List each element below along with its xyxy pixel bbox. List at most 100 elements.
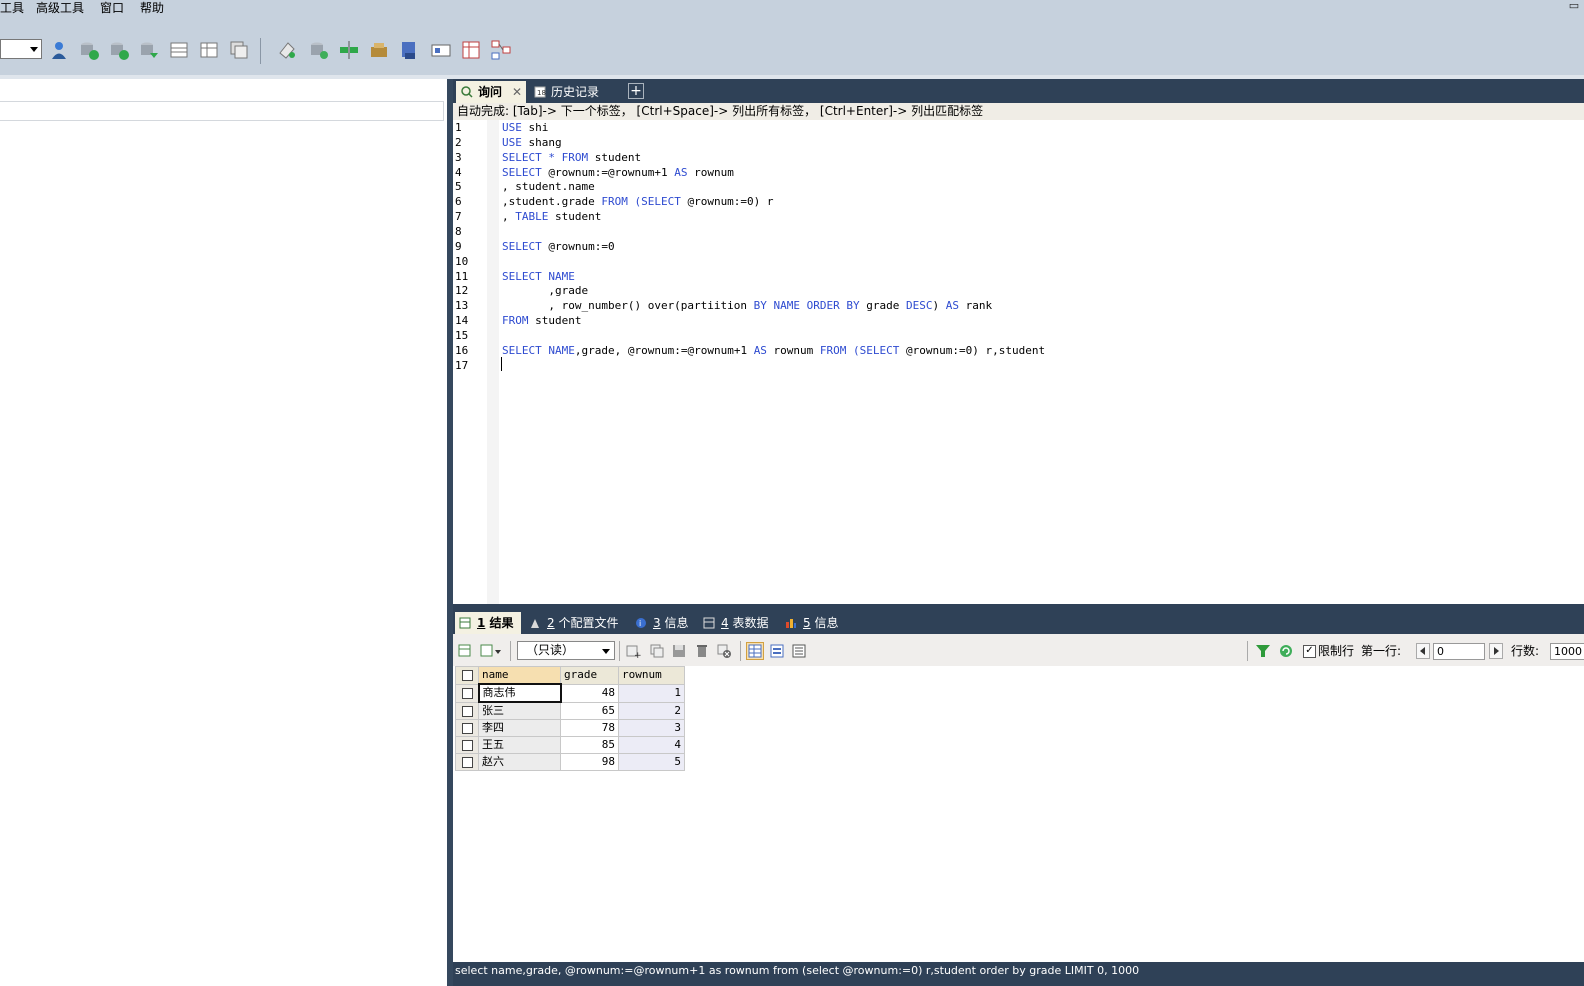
save-icon[interactable] (671, 643, 687, 659)
select-all-checkbox[interactable] (455, 666, 479, 685)
menu-advanced-tools[interactable]: 高级工具 (36, 1, 84, 16)
table-row[interactable]: 赵六 98 5 (455, 753, 685, 771)
cell-name[interactable]: 商志伟 (477, 683, 562, 703)
cell-rownum[interactable]: 2 (618, 701, 685, 720)
rows-count-input[interactable]: 1000 (1550, 643, 1584, 660)
database-selector[interactable] (0, 39, 42, 59)
delete-row-icon[interactable] (694, 643, 710, 659)
menu-bar: 工具 高级工具 窗口 帮助 ▭ (0, 0, 1584, 17)
line-number: 11 (455, 269, 469, 283)
cell-rownum[interactable]: 5 (618, 753, 685, 771)
table-row[interactable]: 王五 85 4 (455, 736, 685, 754)
cell-rownum[interactable]: 3 (618, 719, 685, 737)
readonly-select[interactable]: （只读） (517, 641, 615, 660)
tab-profiler[interactable]: 2 个配置文件 (525, 612, 625, 634)
export-database-icon[interactable] (108, 39, 130, 61)
sql-keyword: USE (502, 135, 522, 149)
tab-history[interactable]: 18 历史记录 (529, 81, 625, 103)
cell-rownum[interactable]: 4 (618, 736, 685, 754)
tab-messages[interactable]: i 3 信息 (631, 612, 693, 634)
next-page-button[interactable] (1489, 643, 1503, 659)
duplicate-row-icon[interactable] (649, 643, 665, 659)
sync-database-icon[interactable] (308, 39, 330, 61)
menu-window[interactable]: 窗口 (100, 1, 124, 16)
cell-name[interactable]: 张三 (478, 701, 561, 720)
row-checkbox[interactable] (455, 753, 479, 771)
limit-rows-checkbox[interactable]: ✓ (1303, 645, 1316, 658)
schema-icon[interactable] (228, 39, 250, 61)
restore-window-icon[interactable]: ▭ (1566, 0, 1582, 14)
sql-editor[interactable]: 1 2 3 4 5 6 7 8 9 10 11 12 13 14 15 16 17 USE shi USE sha… (453, 120, 1584, 604)
backup-icon[interactable] (138, 39, 160, 61)
table-row[interactable]: 张三 65 2 (455, 701, 685, 720)
cell-name[interactable]: 赵六 (478, 753, 561, 771)
cancel-changes-icon[interactable] (716, 643, 732, 659)
line-number: 1 (455, 121, 462, 134)
add-tab-button[interactable]: + (628, 83, 644, 99)
previous-page-button[interactable] (1416, 643, 1430, 659)
row-checkbox[interactable] (455, 683, 479, 703)
autocomplete-hint: 自动完成: [Tab]-> 下一个标签， [Ctrl+Space]-> 列出所有… (453, 103, 1584, 120)
table-row[interactable]: 商志伟 48 1 (455, 683, 685, 703)
table-icon[interactable] (168, 39, 190, 61)
query-tab-strip: 询问 ✕ 18 历史记录 + (453, 79, 1584, 103)
cell-grade[interactable]: 65 (560, 701, 619, 720)
text-view-icon[interactable] (791, 643, 807, 659)
cell-rownum[interactable]: 1 (618, 683, 685, 703)
horizontal-splitter[interactable] (453, 604, 1584, 612)
line-number: 8 (455, 225, 462, 239)
limit-rows-label: 限制行 (1318, 644, 1355, 658)
table-row[interactable]: 李四 78 3 (455, 719, 685, 737)
form-view-icon[interactable] (769, 643, 785, 659)
tab-result[interactable]: 1 结果 (455, 612, 521, 634)
cell-grade[interactable]: 85 (560, 736, 619, 754)
code-line: SELECT NAME,grade, @rownum:=@rownum+1 AS… (502, 343, 1045, 358)
tab-query[interactable]: 询问 ✕ (456, 81, 526, 103)
column-header-grade[interactable]: grade (560, 666, 619, 685)
code-line: SELECT @rownum:=@rownum+1 AS rownum (502, 165, 734, 180)
cell-name[interactable]: 王五 (478, 736, 561, 754)
sql-text: , student.name (502, 180, 595, 194)
object-browser-panel (0, 79, 447, 986)
sql-text: @rownum:=@rownum+1 (541, 165, 675, 179)
table-data-icon[interactable] (198, 39, 220, 61)
cell-grade[interactable]: 48 (560, 683, 619, 703)
grid-view-icon[interactable] (746, 642, 764, 660)
column-header-rownum[interactable]: rownum (618, 666, 685, 685)
refresh-icon[interactable] (1278, 643, 1294, 659)
row-checkbox[interactable] (455, 701, 479, 720)
object-filter-input[interactable] (0, 101, 444, 121)
column-header-name[interactable]: name (478, 666, 561, 685)
query-builder-icon[interactable] (276, 39, 298, 61)
export-grid-icon[interactable] (457, 643, 473, 659)
cell-grade[interactable]: 78 (560, 719, 619, 737)
code-line: ,grade (502, 283, 588, 298)
designer-icon[interactable] (430, 39, 452, 61)
row-checkbox[interactable] (455, 719, 479, 737)
filter-icon[interactable] (1255, 643, 1271, 659)
menu-tools[interactable]: 工具 (0, 1, 24, 16)
add-row-icon[interactable]: + (625, 643, 641, 659)
cell-grade[interactable]: 98 (560, 753, 619, 771)
table-designer-icon[interactable] (460, 39, 482, 61)
menu-help[interactable]: 帮助 (140, 1, 164, 16)
first-row-label: 第一行: (1361, 644, 1402, 658)
row-checkbox[interactable] (455, 736, 479, 754)
tab-query-label: 询问 (478, 85, 503, 99)
first-row-input[interactable]: 0 (1433, 643, 1485, 660)
import-grid-icon[interactable] (479, 643, 503, 659)
code-line: USE shi (502, 120, 548, 135)
user-icon[interactable] (48, 39, 70, 61)
sql-text: student (588, 150, 642, 164)
info-chart-icon (786, 619, 796, 628)
schema-designer-icon[interactable] (490, 39, 512, 61)
tab-info[interactable]: 5 信息 (781, 612, 841, 634)
close-tab-icon[interactable]: ✕ (512, 81, 522, 103)
import-database-icon[interactable] (78, 39, 100, 61)
cell-name[interactable]: 李四 (478, 719, 561, 737)
compare-icon[interactable] (338, 39, 360, 61)
server-icon[interactable] (398, 39, 420, 61)
scheduler-icon[interactable] (368, 39, 390, 61)
tab-table-data[interactable]: 4 表数据 (699, 612, 775, 634)
